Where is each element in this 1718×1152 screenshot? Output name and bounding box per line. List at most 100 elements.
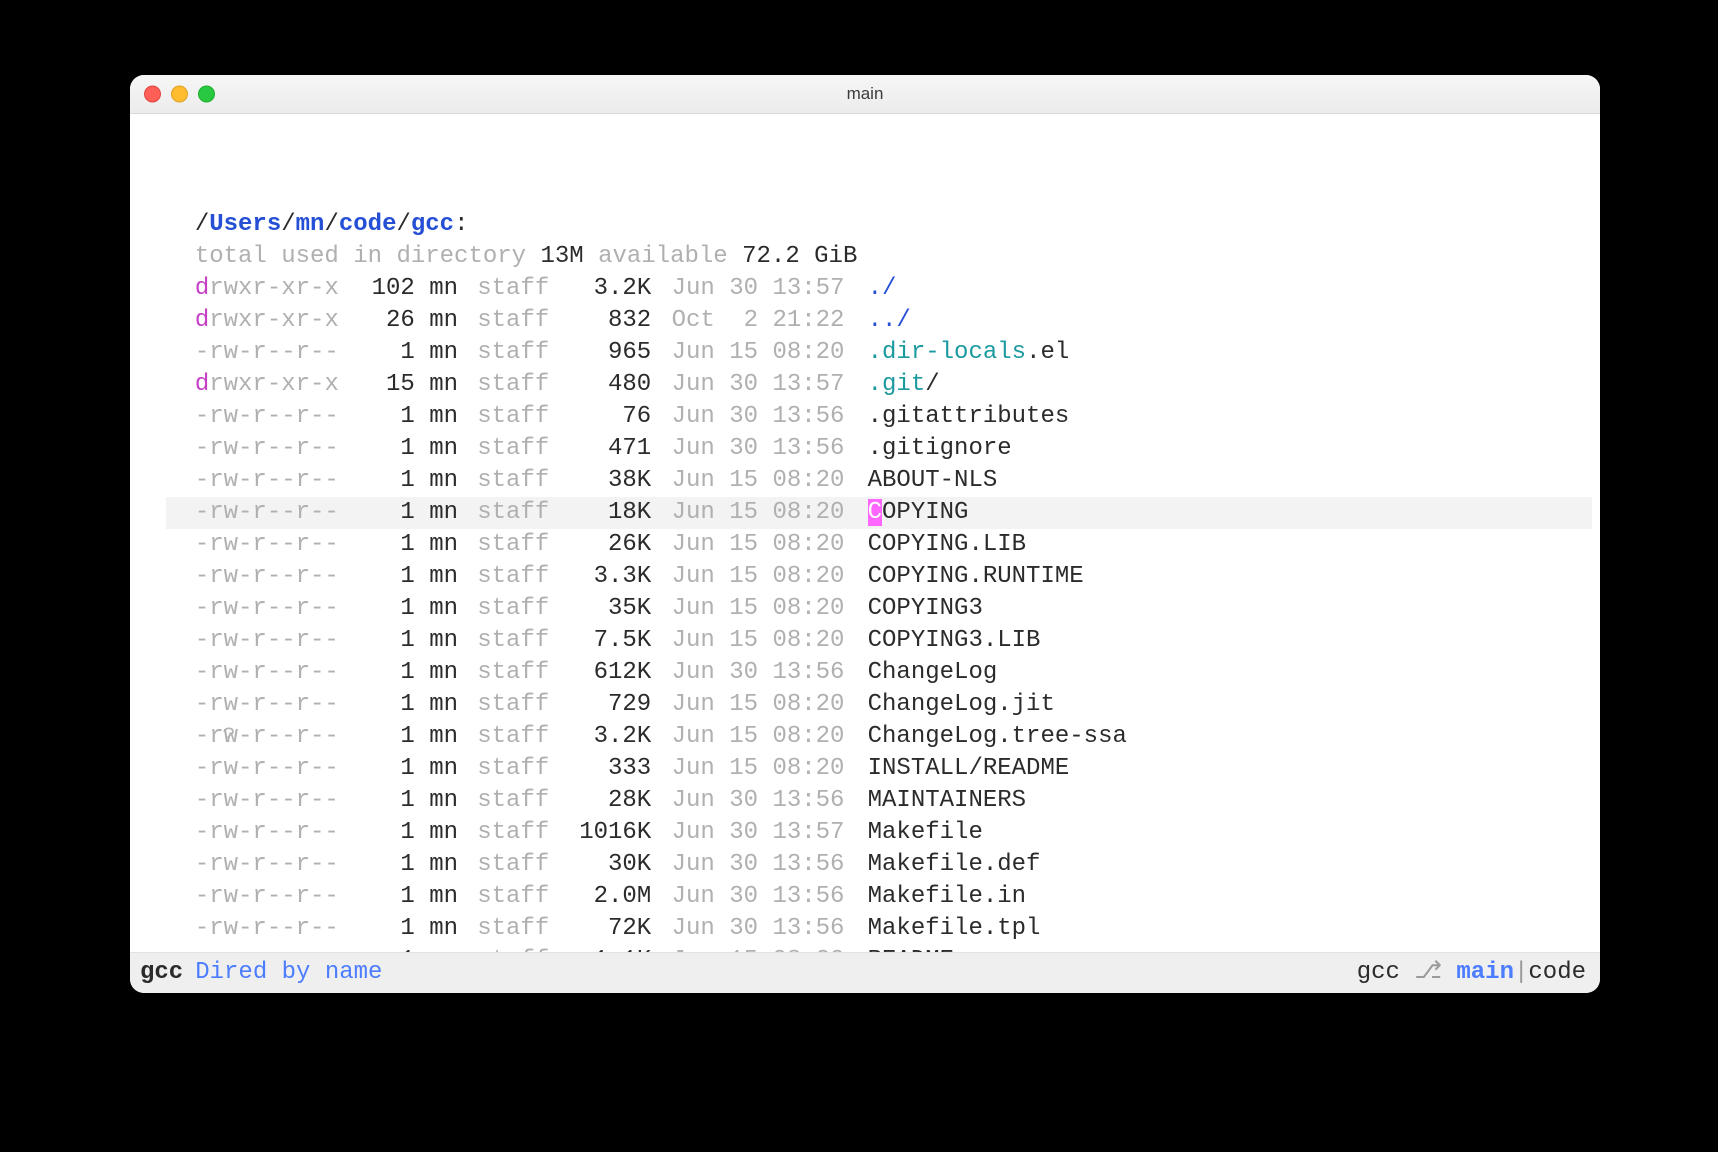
size: 832 xyxy=(567,305,651,337)
group: staff xyxy=(477,721,567,753)
permissions: -rw-r--r-- xyxy=(195,401,355,433)
group: staff xyxy=(477,593,567,625)
modeline-buffer-name[interactable]: gcc xyxy=(140,953,183,993)
minimize-icon[interactable] xyxy=(171,86,188,103)
zoom-icon[interactable] xyxy=(198,86,215,103)
dired-entry[interactable]: -rw-r--r--1 mnstaff18K Jun 15 08:20 COPY… xyxy=(166,497,1592,529)
file-name[interactable]: .git xyxy=(868,371,926,398)
dired-entry[interactable]: drwxr-xr-x15 mnstaff480 Jun 30 13:57 .gi… xyxy=(166,369,1592,401)
file-name[interactable]: ChangeLog.tree-ssa xyxy=(868,723,1127,750)
owner: mn xyxy=(429,913,477,945)
file-name[interactable]: ChangeLog.jit xyxy=(868,691,1055,718)
permissions: -rw-r--r-- xyxy=(195,849,355,881)
dired-entry[interactable]: -rw-r--r--1 mnstaff333 Jun 15 08:20 INST… xyxy=(166,753,1592,785)
dired-entry[interactable]: drwxr-xr-x102 mnstaff3.2K Jun 30 13:57 .… xyxy=(166,273,1592,305)
mtime: Jun 30 13:56 xyxy=(651,881,853,913)
dired-buffer[interactable]: ? /Users/mn/code/gcc: total used in dire… xyxy=(130,113,1600,953)
link-count: 15 xyxy=(355,369,415,401)
permissions: -rw-r--r-- xyxy=(195,337,355,369)
group: staff xyxy=(477,433,567,465)
mtime: Jun 15 08:20 xyxy=(651,337,853,369)
path-segment[interactable]: mn xyxy=(296,211,325,238)
dired-entry[interactable]: -rw-r--r--1 mnstaff30K Jun 30 13:56 Make… xyxy=(166,849,1592,881)
dired-entry[interactable]: -rw-r--r--1 mnstaff612K Jun 30 13:56 Cha… xyxy=(166,657,1592,689)
dired-entry[interactable]: -rw-r--r--1 mnstaff3.2K Jun 15 08:20 Cha… xyxy=(166,721,1592,753)
dired-entry[interactable]: -rw-r--r--1 mnstaff35K Jun 15 08:20 COPY… xyxy=(166,593,1592,625)
permissions: drwxr-xr-x xyxy=(195,273,355,305)
owner: mn xyxy=(429,369,477,401)
size: 612K xyxy=(567,657,651,689)
file-name[interactable]: ./ xyxy=(868,275,897,302)
file-name[interactable]: OPYING xyxy=(882,499,968,526)
file-name[interactable]: ABOUT-NLS xyxy=(868,467,998,494)
dired-entry[interactable]: -rw-r--r--1 mnstaff729 Jun 15 08:20 Chan… xyxy=(166,689,1592,721)
size: 333 xyxy=(567,753,651,785)
dired-entry[interactable]: -rw-r--r--1 mnstaff1016K Jun 30 13:57 Ma… xyxy=(166,817,1592,849)
dired-entry[interactable]: -rw-r--r--1 mnstaff26K Jun 15 08:20 COPY… xyxy=(166,529,1592,561)
path-root: / xyxy=(195,211,209,238)
modeline-major-mode[interactable]: Dired by name xyxy=(195,953,382,993)
mtime: Jun 30 13:57 xyxy=(651,369,853,401)
dired-entry[interactable]: -rw-r--r--1 mnstaff2.0M Jun 30 13:56 Mak… xyxy=(166,881,1592,913)
permissions: -rw-r--r-- xyxy=(195,593,355,625)
modeline-branch[interactable]: main xyxy=(1456,953,1514,993)
link-count: 1 xyxy=(355,817,415,849)
file-name[interactable]: Makefile.tpl xyxy=(868,915,1041,942)
file-name[interactable]: Makefile.in xyxy=(868,883,1026,910)
permissions: -rw-r--r-- xyxy=(195,465,355,497)
file-name-suffix: .el xyxy=(1026,339,1069,366)
modeline-separator: | xyxy=(1514,953,1528,993)
file-name[interactable]: Makefile xyxy=(868,819,983,846)
permissions: -rw-r--r-- xyxy=(195,785,355,817)
dired-entry[interactable]: -rw-r--r--1 mnstaff76 Jun 30 13:56 .gita… xyxy=(166,401,1592,433)
file-name[interactable]: COPYING.LIB xyxy=(868,531,1026,558)
dired-path-header[interactable]: /Users/mn/code/gcc: xyxy=(166,209,1592,241)
group: staff xyxy=(477,689,567,721)
dired-entry[interactable]: -rw-r--r--1 mnstaff7.5K Jun 15 08:20 COP… xyxy=(166,625,1592,657)
link-count: 1 xyxy=(355,689,415,721)
mtime: Jun 30 13:56 xyxy=(651,401,853,433)
file-name[interactable]: COPYING3.LIB xyxy=(868,627,1041,654)
file-name[interactable]: ChangeLog xyxy=(868,659,998,686)
size: 2.0M xyxy=(567,881,651,913)
titlebar[interactable]: main xyxy=(130,75,1600,114)
file-name[interactable]: .gitignore xyxy=(868,435,1012,462)
summary-prefix: total used in directory xyxy=(195,243,541,270)
group: staff xyxy=(477,465,567,497)
file-name[interactable]: ../ xyxy=(868,307,911,334)
path-segment[interactable]: code xyxy=(339,211,397,238)
group: staff xyxy=(477,337,567,369)
path-segment[interactable]: Users xyxy=(209,211,281,238)
permissions: -rw-r--r-- xyxy=(195,497,355,529)
file-name[interactable]: COPYING.RUNTIME xyxy=(868,563,1084,590)
file-name[interactable]: Makefile.def xyxy=(868,851,1041,878)
group: staff xyxy=(477,913,567,945)
mtime: Jun 30 13:57 xyxy=(651,817,853,849)
path-segment[interactable]: gcc xyxy=(411,211,454,238)
file-name[interactable]: COPYING3 xyxy=(868,595,983,622)
dired-entry[interactable]: -rw-r--r--1 mnstaff72K Jun 30 13:56 Make… xyxy=(166,913,1592,945)
file-name[interactable]: .dir-locals xyxy=(868,339,1026,366)
dired-entry[interactable]: -rw-r--r--1 mnstaff471 Jun 30 13:56 .git… xyxy=(166,433,1592,465)
file-name[interactable]: MAINTAINERS xyxy=(868,787,1026,814)
file-name[interactable]: INSTALL/README xyxy=(868,755,1070,782)
mtime: Jun 15 08:20 xyxy=(651,529,853,561)
owner: mn xyxy=(429,593,477,625)
owner: mn xyxy=(429,689,477,721)
close-icon[interactable] xyxy=(144,86,161,103)
dired-entry[interactable]: -rw-r--r--1 mnstaff3.3K Jun 15 08:20 COP… xyxy=(166,561,1592,593)
dired-entry[interactable]: -rw-r--r--1 mnstaff965 Jun 15 08:20 .dir… xyxy=(166,337,1592,369)
point-cursor: C xyxy=(868,499,882,526)
dired-entry[interactable]: -rw-r--r--1 mnstaff38K Jun 15 08:20 ABOU… xyxy=(166,465,1592,497)
permissions: -rw-r--r-- xyxy=(195,913,355,945)
dired-entry[interactable]: drwxr-xr-x26 mnstaff832 Oct 2 21:22 ../ xyxy=(166,305,1592,337)
summary-available: 72.2 GiB xyxy=(742,243,857,270)
path-trailing: : xyxy=(454,211,468,238)
permissions: -rw-r--r-- xyxy=(195,625,355,657)
dired-listing[interactable]: /Users/mn/code/gcc: total used in direct… xyxy=(166,113,1592,953)
owner: mn xyxy=(429,305,477,337)
modeline[interactable]: gcc Dired by name gcc ⎇ main | code xyxy=(130,952,1600,993)
dired-entry[interactable]: -rw-r--r--1 mnstaff28K Jun 30 13:56 MAIN… xyxy=(166,785,1592,817)
link-count: 102 xyxy=(355,273,415,305)
file-name[interactable]: .gitattributes xyxy=(868,403,1070,430)
